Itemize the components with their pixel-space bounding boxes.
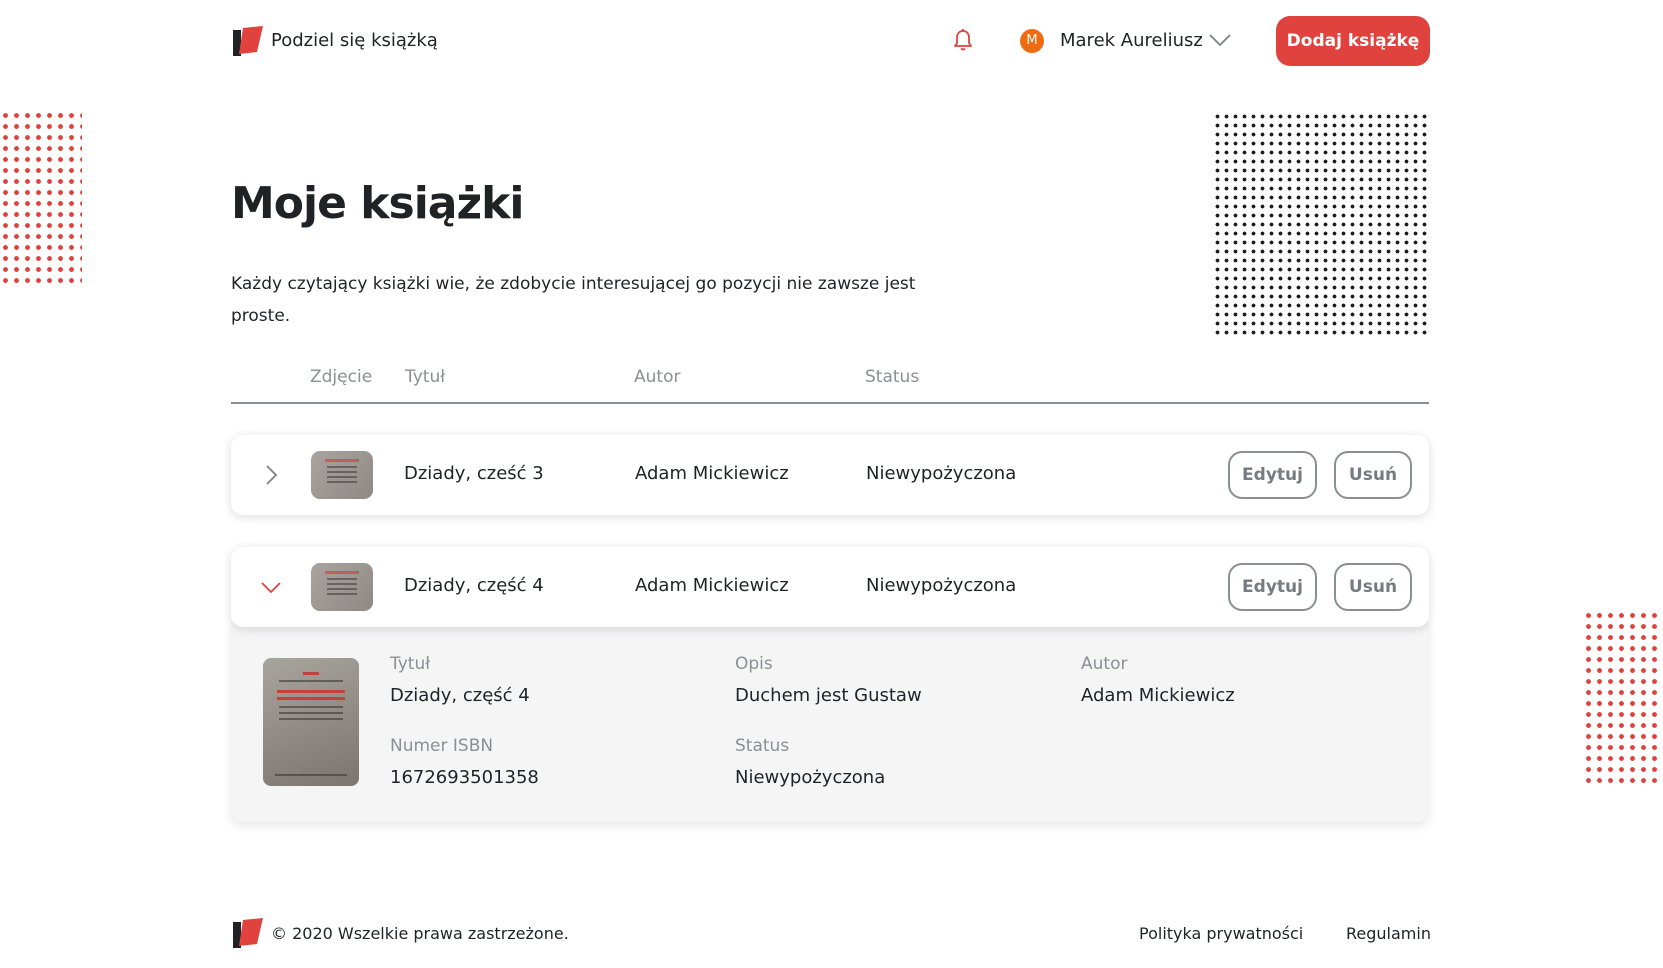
row-title: Dziady, cześć 3 [404, 463, 544, 484]
detail-description-value: Duchem jest Gustaw [735, 685, 922, 706]
detail-status-value: Niewypożyczona [735, 767, 886, 788]
table-row[interactable]: Dziady, cześć 3 Adam Mickiewicz Niewypoż… [231, 435, 1429, 515]
column-header-author: Autor [634, 367, 681, 387]
column-header-title: Tytuł [405, 367, 446, 387]
delete-button[interactable]: Usuń [1334, 451, 1412, 499]
decorative-dots-left [0, 110, 82, 288]
detail-status-label: Status [735, 736, 790, 756]
detail-author-label: Autor [1081, 654, 1128, 674]
add-book-button[interactable]: Dodaj książkę [1276, 16, 1430, 66]
copyright-text: © 2020 Wszelkie prawa zastrzeżone. [271, 924, 569, 943]
detail-author-value: Adam Mickiewicz [1081, 685, 1235, 706]
detail-description-label: Opis [735, 654, 773, 674]
detail-isbn-value: 1672693501358 [390, 767, 539, 788]
decorative-dots-right [1583, 610, 1663, 788]
delete-button[interactable]: Usuń [1334, 563, 1412, 611]
column-header-photo: Zdjęcie [310, 367, 373, 387]
edit-button[interactable]: Edytuj [1228, 563, 1317, 611]
avatar[interactable]: M [1020, 29, 1044, 53]
row-status: Niewypożyczona [866, 575, 1017, 596]
decorative-dots-black [1213, 112, 1431, 337]
chevron-down-icon[interactable] [1208, 32, 1232, 48]
row-author: Adam Mickiewicz [635, 575, 789, 596]
top-navbar: Podziel się książką M Marek Aureliusz Do… [231, 16, 1431, 66]
edit-button[interactable]: Edytuj [1228, 451, 1317, 499]
book-thumbnail [311, 451, 373, 499]
book-cover [263, 658, 359, 786]
detail-title-label: Tytuł [390, 654, 431, 674]
terms-link[interactable]: Regulamin [1346, 924, 1431, 943]
row-status: Niewypożyczona [866, 463, 1017, 484]
book-logo-icon[interactable] [231, 26, 263, 56]
row-author: Adam Mickiewicz [635, 463, 789, 484]
column-header-status: Status [865, 367, 920, 387]
table-header: Zdjęcie Tytuł Autor Status [231, 364, 1429, 404]
table-row[interactable]: Dziady, część 4 Adam Mickiewicz Niewypoż… [231, 547, 1429, 627]
book-details-panel: Tytuł Dziady, część 4 Numer ISBN 1672693… [231, 622, 1429, 822]
detail-title-value: Dziady, część 4 [390, 685, 530, 706]
book-logo-icon[interactable] [231, 918, 263, 948]
bell-icon[interactable] [952, 28, 974, 52]
book-thumbnail [311, 563, 373, 611]
page-title: Moje książki [231, 178, 524, 229]
user-name[interactable]: Marek Aureliusz [1060, 30, 1203, 51]
row-title: Dziady, część 4 [404, 575, 544, 596]
privacy-policy-link[interactable]: Polityka prywatności [1139, 924, 1303, 943]
chevron-down-icon[interactable] [259, 575, 283, 599]
brand-name[interactable]: Podziel się książką [271, 30, 438, 51]
detail-isbn-label: Numer ISBN [390, 736, 494, 756]
chevron-right-icon[interactable] [259, 463, 283, 487]
page-description: Każdy czytający książki wie, że zdobycie… [231, 274, 916, 326]
